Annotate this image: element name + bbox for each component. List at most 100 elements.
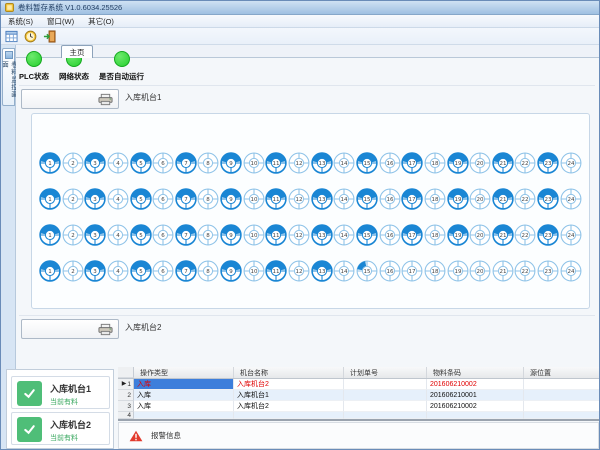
row-header[interactable]: 4: [118, 412, 134, 419]
svg-text:6: 6: [161, 197, 165, 203]
monitor-mini-icon: [5, 51, 13, 59]
title-bar[interactable]: 卷料暂存系统 V1.0.6034.25526: [1, 1, 599, 15]
reel-slot: 21: [492, 260, 514, 282]
table-cell[interactable]: 入库机台2: [234, 379, 344, 390]
tab-home[interactable]: 主页: [61, 45, 93, 58]
svg-text:8: 8: [207, 161, 211, 167]
reel-slot: 17: [401, 260, 423, 282]
row-header[interactable]: ▶1: [118, 379, 134, 390]
row-header[interactable]: 3: [118, 401, 134, 412]
menu-item-other[interactable]: 其它(O): [81, 15, 121, 27]
svg-text:1: 1: [48, 161, 52, 167]
table-row[interactable]: 3入库入库机台2 201606210002: [118, 401, 600, 412]
svg-text:17: 17: [409, 197, 416, 203]
reel-slot: 5: [130, 188, 152, 210]
reel-slot: 16: [379, 188, 401, 210]
svg-text:23: 23: [545, 233, 552, 239]
table-cell[interactable]: 入库: [134, 379, 234, 390]
toolbar-button-exit[interactable]: [41, 29, 57, 44]
reel-slot: 5: [130, 260, 152, 282]
table-cell[interactable]: 入库机台1: [234, 390, 344, 401]
dock-tab-label: 卷料监控画面: [0, 61, 18, 105]
column-header[interactable]: 机台名称: [234, 367, 344, 378]
svg-text:2: 2: [71, 269, 75, 275]
table-cell[interactable]: [524, 379, 600, 390]
svg-text:24: 24: [567, 161, 574, 167]
table-row[interactable]: 2入库入库机台1 201606210001: [118, 390, 600, 401]
svg-text:10: 10: [250, 269, 257, 275]
table-cell[interactable]: 201606210002: [427, 379, 524, 390]
table-row[interactable]: ▶1入库入库机台2 201606210002: [118, 379, 600, 390]
table-cell[interactable]: [134, 412, 234, 419]
dock-tab-monitor[interactable]: 卷料监控画面: [2, 48, 15, 106]
print-button-machine2[interactable]: [21, 319, 119, 339]
svg-text:17: 17: [409, 269, 416, 275]
reel-slot: 19: [447, 260, 469, 282]
svg-text:24: 24: [567, 197, 574, 203]
print-button-machine1[interactable]: [21, 89, 119, 109]
table-cell[interactable]: [234, 412, 344, 419]
column-header[interactable]: 物料条码: [427, 367, 524, 378]
reel-slot: 15: [356, 188, 378, 210]
reel-slot: 9: [220, 260, 242, 282]
reel-slot: 7: [175, 152, 197, 174]
reel-slot: 18: [424, 260, 446, 282]
status-indicator-auto-run: 是否自动运行: [99, 51, 144, 82]
svg-text:21: 21: [499, 197, 506, 203]
machine-card-status: 当前有料: [50, 397, 78, 407]
svg-text:19: 19: [454, 161, 461, 167]
column-header[interactable]: 计划单号: [344, 367, 427, 378]
reel-row-1: 123456789101112131415161718192021222324: [39, 152, 582, 174]
table-cell[interactable]: [344, 390, 427, 401]
svg-text:9: 9: [229, 161, 233, 167]
table-cell[interactable]: [344, 412, 427, 419]
reel-slot: 2: [62, 224, 84, 246]
table-cell[interactable]: 入库: [134, 401, 234, 412]
alarm-label: 报警信息: [151, 430, 181, 441]
reel-slot: 3: [84, 224, 106, 246]
reel-slot: 11: [265, 224, 287, 246]
reel-slot: 4: [107, 260, 129, 282]
svg-text:22: 22: [522, 233, 529, 239]
table-cell[interactable]: [524, 412, 600, 419]
check-icon: [22, 386, 37, 401]
current-row-arrow: ▶: [122, 381, 127, 387]
toolbar-button-plan[interactable]: [3, 29, 19, 44]
reel-slot: 1: [39, 188, 61, 210]
menu-item-system[interactable]: 系统(S): [1, 15, 40, 27]
table-cell[interactable]: 入库机台2: [234, 401, 344, 412]
table-header-row: 操作类型机台名称计划单号物料条码源位置: [118, 367, 600, 379]
reel-slot: 12: [288, 224, 310, 246]
reel-slot: 16: [379, 224, 401, 246]
column-header[interactable]: 操作类型: [134, 367, 234, 378]
table-cell[interactable]: [427, 412, 524, 419]
row-header[interactable]: 2: [118, 390, 134, 401]
menu-item-window[interactable]: 窗口(W): [40, 15, 81, 27]
reel-slot: 12: [288, 188, 310, 210]
table-cell[interactable]: 201606210002: [427, 401, 524, 412]
column-header[interactable]: 源位置: [524, 367, 600, 378]
svg-text:7: 7: [184, 161, 188, 167]
table-cell[interactable]: [344, 401, 427, 412]
table-cell[interactable]: 入库: [134, 390, 234, 401]
table-cell[interactable]: [524, 401, 600, 412]
toolbar-button-history[interactable]: [22, 29, 38, 44]
svg-text:19: 19: [454, 233, 461, 239]
table-cell[interactable]: [524, 390, 600, 401]
reel-slot: 7: [175, 188, 197, 210]
table-row[interactable]: 4: [118, 412, 600, 419]
svg-text:24: 24: [567, 269, 574, 275]
table-cell[interactable]: 201606210001: [427, 390, 524, 401]
svg-text:22: 22: [522, 269, 529, 275]
reel-slot: 9: [220, 188, 242, 210]
reel-slot: 21: [492, 152, 514, 174]
reel-slot: 22: [514, 260, 536, 282]
table-cell[interactable]: [344, 379, 427, 390]
reel-slot: 6: [152, 260, 174, 282]
app-icon: [5, 3, 14, 12]
machine1-section: 入库机台1: [19, 85, 595, 111]
check-badge: [17, 381, 42, 406]
svg-text:10: 10: [250, 197, 257, 203]
reel-slot: 22: [514, 152, 536, 174]
svg-text:15: 15: [363, 197, 370, 203]
